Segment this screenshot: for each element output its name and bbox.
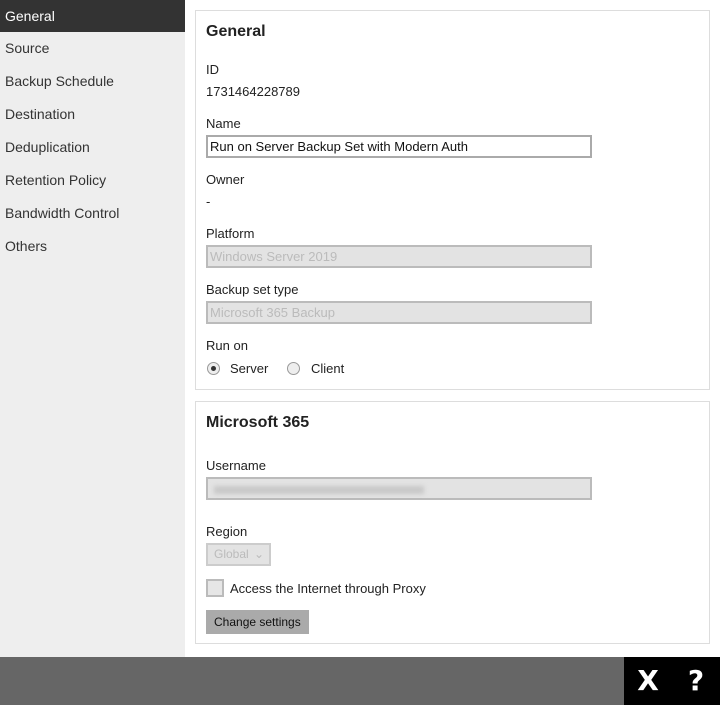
id-label: ID (206, 62, 219, 77)
username-input (206, 477, 592, 500)
platform-label: Platform (206, 226, 255, 241)
sidebar-item-retention-policy[interactable]: Retention Policy (0, 164, 185, 197)
owner-value: - (206, 194, 211, 209)
backup-set-type-label: Backup set type (206, 282, 299, 297)
proxy-label[interactable]: Access the Internet through Proxy (230, 581, 426, 596)
sidebar-item-source[interactable]: Source (0, 32, 185, 65)
sidebar-item-others[interactable]: Others (0, 230, 185, 263)
run-on-server-label[interactable]: Server (230, 361, 268, 376)
sidebar-item-deduplication[interactable]: Deduplication (0, 131, 185, 164)
run-on-client-radio[interactable] (287, 362, 300, 375)
run-on-server-radio[interactable] (207, 362, 220, 375)
general-title: General (206, 23, 266, 40)
run-on-client-label[interactable]: Client (311, 361, 344, 376)
sidebar-item-destination[interactable]: Destination (0, 98, 185, 131)
microsoft-365-panel: Microsoft 365 Username Region Global ⌄ Ac… (195, 401, 710, 644)
region-value: Global (214, 547, 249, 561)
close-button[interactable]: X (624, 657, 672, 705)
run-on-label: Run on (206, 338, 248, 353)
sidebar: General Source Backup Schedule Destinati… (0, 0, 185, 657)
general-panel: General ID 1731464228789 Name Owner - Pl… (195, 10, 710, 390)
sidebar-item-backup-schedule[interactable]: Backup Schedule (0, 65, 185, 98)
platform-input (206, 245, 592, 268)
help-button[interactable]: ? (672, 657, 720, 705)
name-input[interactable] (206, 135, 592, 158)
owner-label: Owner (206, 172, 245, 187)
name-label: Name (206, 116, 241, 131)
chevron-down-icon: ⌄ (253, 547, 264, 561)
username-label: Username (206, 458, 266, 473)
id-value: 1731464228789 (206, 84, 300, 99)
sidebar-item-general[interactable]: General (0, 0, 185, 32)
region-select: Global ⌄ (206, 543, 271, 566)
sidebar-item-bandwidth-control[interactable]: Bandwidth Control (0, 197, 185, 230)
microsoft-365-title: Microsoft 365 (206, 414, 310, 431)
footer-bar: X ? (0, 657, 720, 705)
region-label: Region (206, 524, 248, 539)
change-settings-button[interactable]: Change settings (206, 610, 309, 634)
proxy-checkbox[interactable] (206, 579, 224, 597)
backup-set-type-input (206, 301, 592, 324)
